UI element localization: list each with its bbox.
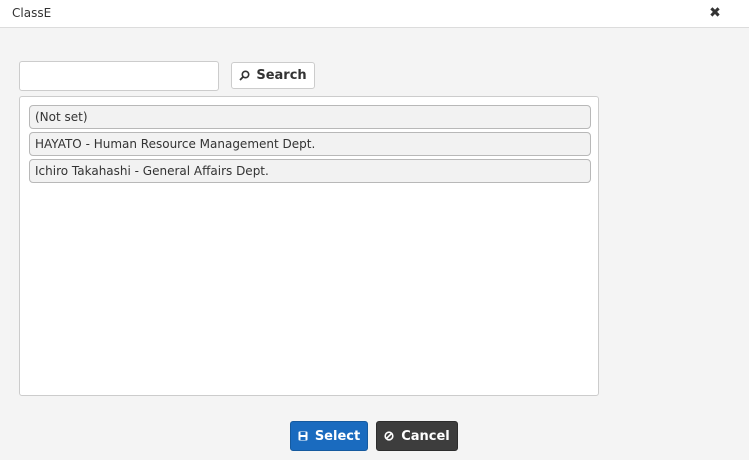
close-icon[interactable]: ✖ [706,4,724,22]
save-icon [298,431,308,441]
cancel-button-label: Cancel [401,428,450,444]
dialog-title: ClassE [12,6,52,20]
search-button-label: Search [256,68,307,83]
search-icon [239,70,250,81]
list-item[interactable]: HAYATO - Human Resource Management Dept. [29,132,591,156]
dialog: ClassE ✖ Search (Not set) HAYATO - Human… [0,0,749,460]
search-input[interactable] [19,61,219,91]
select-button-label: Select [314,428,361,444]
cancel-button[interactable]: Cancel [376,421,458,451]
title-bar: ClassE ✖ [0,0,749,28]
list-item[interactable]: (Not set) [29,105,591,129]
cancel-icon [384,431,394,441]
search-button[interactable]: Search [231,62,315,89]
list-item[interactable]: Ichiro Takahashi - General Affairs Dept. [29,159,591,183]
select-button[interactable]: Select [290,421,368,451]
selection-list: (Not set) HAYATO - Human Resource Manage… [19,96,599,396]
